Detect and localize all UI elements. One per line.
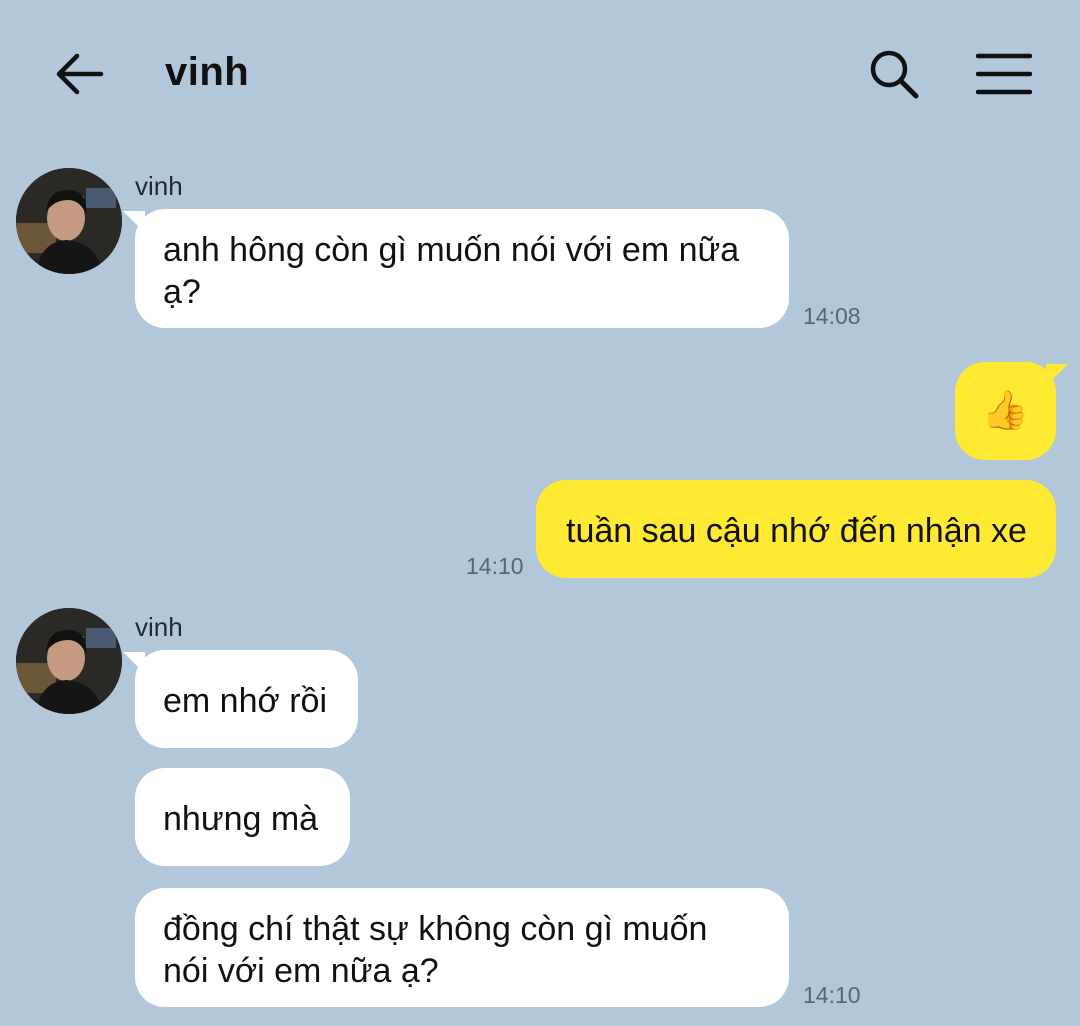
avatar[interactable] xyxy=(16,168,122,274)
message-bubble-incoming[interactable]: đồng chí thật sự không còn gì muốn nói v… xyxy=(135,888,789,1007)
arrow-left-icon xyxy=(56,53,104,95)
avatar[interactable] xyxy=(16,608,122,714)
message-text: tuần sau cậu nhớ đến nhận xe xyxy=(566,512,1027,550)
message-time: 14:08 xyxy=(803,303,861,329)
chat-screen: vinh vinh anh hông còn gì muốn nói với e… xyxy=(0,0,1080,1026)
search-icon xyxy=(870,50,919,99)
message-time: 14:10 xyxy=(466,553,524,579)
chat-title: vinh xyxy=(165,50,250,94)
message-bubble-incoming[interactable]: nhưng mà xyxy=(135,768,350,866)
message-bubble-incoming[interactable]: em nhớ rồi xyxy=(123,650,358,748)
hamburger-menu-icon xyxy=(976,53,1032,95)
message-text: đồng chí thật sự không còn gì muốn nói v… xyxy=(163,910,708,990)
menu-button[interactable] xyxy=(970,42,1038,106)
message-bubble-outgoing[interactable]: 👍 xyxy=(955,362,1068,460)
sender-name: vinh xyxy=(135,171,183,201)
message-text: nhưng mà xyxy=(163,800,319,838)
message-bubble-incoming[interactable]: anh hông còn gì muốn nói với em nữa ạ? xyxy=(123,209,789,328)
profile-photo xyxy=(16,168,122,274)
back-button[interactable] xyxy=(48,44,110,104)
message-text: anh hông còn gì muốn nói với em nữa ạ? xyxy=(163,231,740,311)
message-bubble-outgoing[interactable]: tuần sau cậu nhớ đến nhận xe xyxy=(536,480,1056,578)
sender-name: vinh xyxy=(135,612,183,642)
message-text: em nhớ rồi xyxy=(163,682,328,720)
search-button[interactable] xyxy=(862,42,926,106)
thumbs-up-icon: 👍 xyxy=(981,390,1030,432)
profile-photo xyxy=(16,608,122,714)
message-time: 14:10 xyxy=(803,982,861,1008)
